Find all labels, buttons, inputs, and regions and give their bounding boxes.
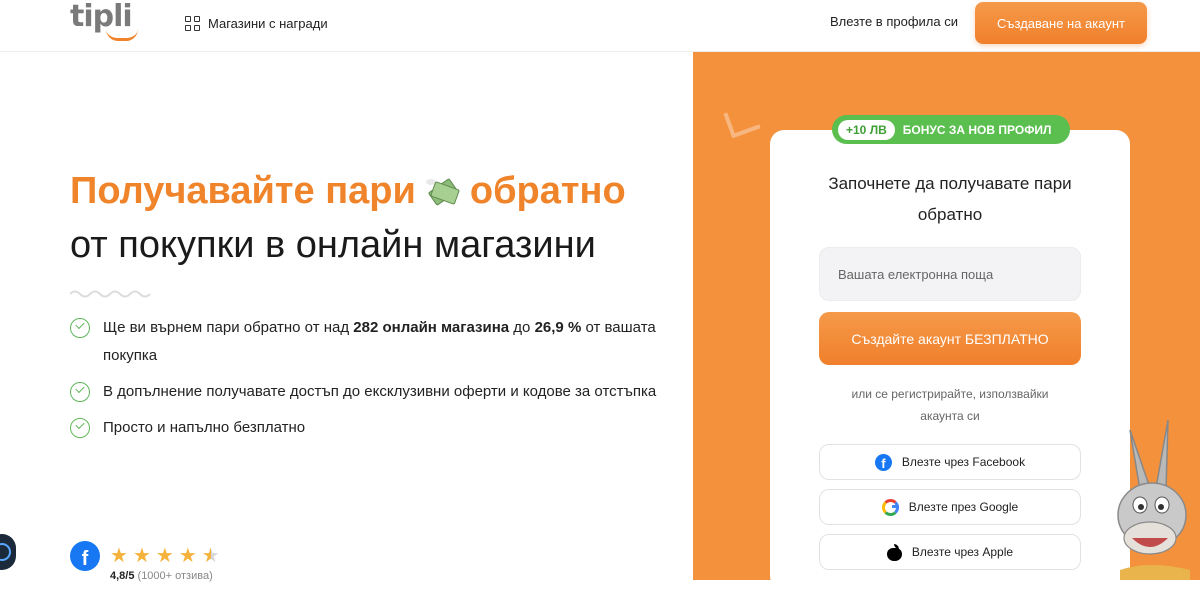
facebook-button-label: Влезте чрез Facebook: [901, 455, 1026, 469]
signup-card-title: Започнете да получавате пари обратно: [828, 174, 1072, 224]
bonus-badge: +10 ЛВ БОНУС ЗА НОВ ПРОФИЛ: [832, 115, 1070, 144]
accessibility-widget[interactable]: [0, 534, 16, 570]
accessibility-icon: [0, 543, 11, 561]
star-icon: ★: [155, 545, 174, 567]
hero-title-part2: обратно: [469, 170, 626, 212]
hero-title-line2: от покупки в онлайн магазини: [70, 224, 596, 266]
benefit-text: В допълнение получавате достъп до ексклу…: [103, 383, 657, 400]
apple-button-label: Влезте чрез Apple: [911, 545, 1014, 559]
apple-icon: [886, 543, 902, 561]
rating-text: 4,8/5 (1000+ отзива): [110, 570, 213, 582]
donkey-mascot: [1117, 420, 1190, 580]
google-login-button[interactable]: Влезте през Google: [819, 489, 1081, 525]
money-with-wings-icon: [425, 175, 460, 209]
benefits-list: Ще ви върнем пари обратно от над 282 онл…: [70, 318, 690, 454]
check-circle-icon: [70, 318, 90, 338]
login-link[interactable]: Влезте в профила си: [830, 14, 958, 29]
top-header: tipli Магазини с награди Влезте в профил…: [0, 0, 1200, 52]
apple-login-button[interactable]: Влезте чрез Apple: [819, 534, 1081, 570]
email-input[interactable]: [819, 247, 1081, 301]
decorative-shape: [723, 103, 761, 139]
facebook-icon: f: [70, 541, 100, 571]
facebook-icon: f: [874, 453, 892, 471]
benefit-text: Просто и напълно безплатно: [103, 419, 306, 436]
star-icon: ★: [132, 545, 151, 567]
rating-block: f ★ ★ ★ ★ ★: [70, 541, 220, 571]
google-icon: [881, 498, 899, 516]
grid-icon: [185, 15, 200, 31]
benefit-item: В допълнение получавате достъп до ексклу…: [70, 382, 690, 406]
stores-with-rewards-link[interactable]: Магазини с награди: [185, 13, 328, 33]
create-account-button[interactable]: Създаване на акаунт: [975, 2, 1147, 44]
half-star-icon: ★: [201, 545, 220, 567]
decorative-wave: [70, 290, 151, 298]
google-button-label: Влезте през Google: [908, 500, 1019, 514]
facebook-login-button[interactable]: f Влезте чрез Facebook: [819, 444, 1081, 480]
tipli-logo[interactable]: tipli: [70, 0, 140, 41]
check-circle-icon: [70, 382, 90, 402]
stores-link-label: Магазини с награди: [208, 15, 328, 31]
bonus-label: БОНУС ЗА НОВ ПРОФИЛ: [902, 122, 1052, 137]
hero-title-line1: Получавайте пари обратно: [70, 170, 626, 213]
benefit-item: Просто и напълно безплатно: [70, 418, 690, 442]
or-register-text: или се регистрирайте, използвайки акаунт…: [851, 387, 1049, 423]
star-icon: ★: [178, 545, 197, 567]
benefit-item: Ще ви върнем пари обратно от над 282 онл…: [70, 318, 690, 370]
bonus-amount: +10 ЛВ: [838, 119, 895, 140]
check-circle-icon: [70, 418, 90, 438]
rating-stars: ★ ★ ★ ★ ★: [110, 546, 220, 566]
benefit-text: Ще ви върнем пари обратно от над 282 онл…: [103, 319, 656, 364]
logo-smile-icon: [106, 29, 138, 41]
star-icon: ★: [110, 545, 128, 567]
create-free-account-button[interactable]: Създайте акаунт БЕЗПЛАТНО: [819, 312, 1081, 365]
hero-title-part1: Получавайте пари: [70, 170, 416, 212]
